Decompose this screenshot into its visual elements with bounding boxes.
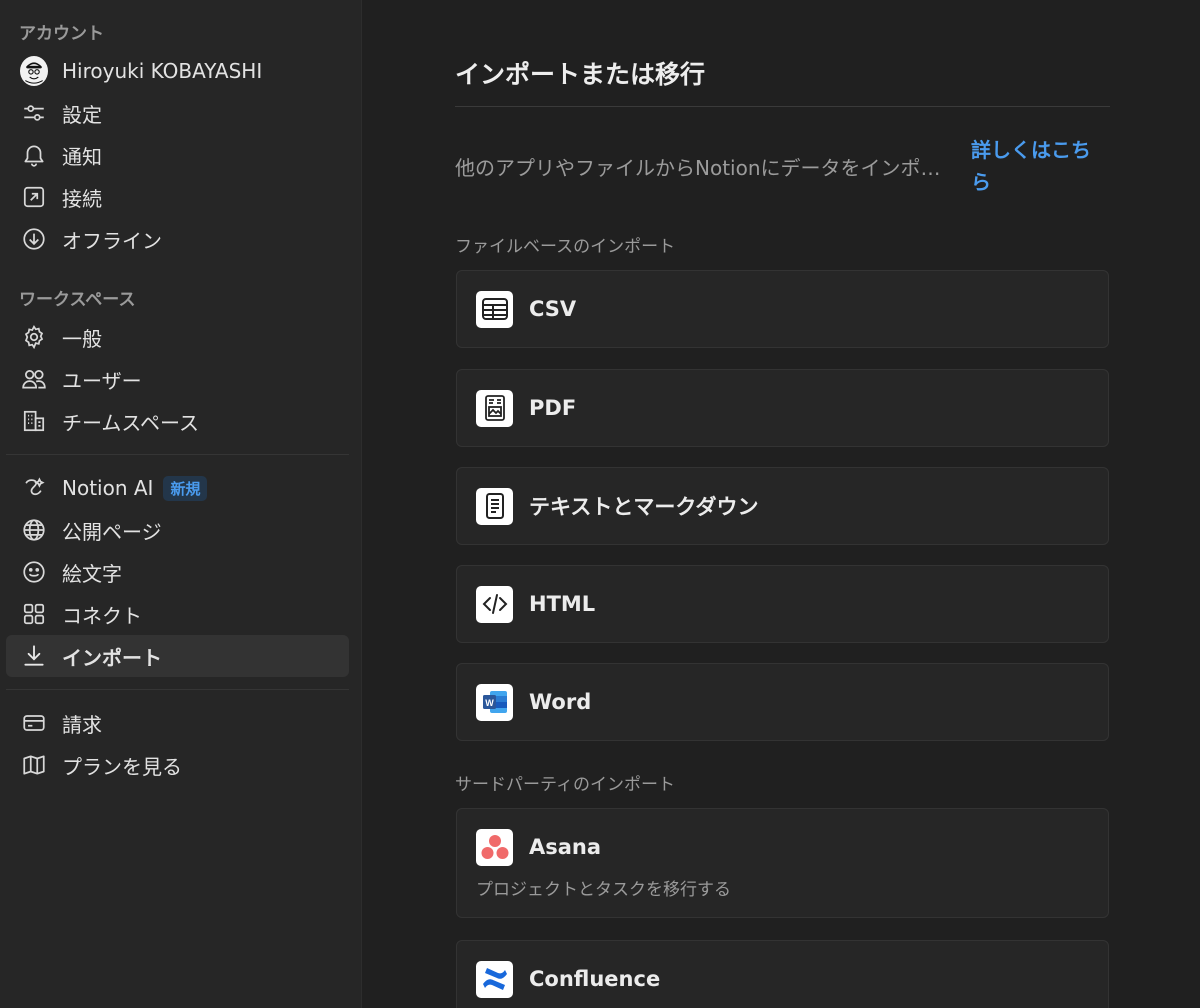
- sidebar-item-plans[interactable]: プランを見る: [6, 744, 349, 786]
- import-card-name: PDF: [529, 396, 577, 420]
- sidebar-item-settings[interactable]: 設定: [6, 92, 349, 134]
- new-badge: 新規: [163, 475, 208, 501]
- text-doc-icon: [476, 487, 513, 525]
- settings-sidebar: アカウント Hiroyuki KOBAYASHI 設定 通知 接続 オフライン …: [0, 0, 362, 1008]
- sidebar-item-offline[interactable]: オフライン: [6, 218, 349, 260]
- users-icon: [20, 365, 48, 393]
- sidebar-item-label: 接続: [62, 186, 102, 211]
- page-title: インポートまたは移行: [455, 60, 706, 89]
- import-card-name: Word: [529, 690, 592, 714]
- import-panel: インポートまたは移行 他のアプリやファイルからNotionにデータをインポート …: [362, 0, 1200, 1008]
- sidebar-item-notion-ai[interactable]: Notion AI 新規: [6, 467, 349, 509]
- code-icon: [476, 585, 513, 623]
- sliders-icon: [20, 99, 48, 127]
- credit-card-icon: [20, 709, 48, 737]
- import-card-csv[interactable]: CSV: [456, 270, 1109, 348]
- learn-more-link[interactable]: 詳しくはこちら: [971, 134, 1106, 198]
- description-row: 他のアプリやファイルからNotionにデータをインポート 詳しくはこちら: [455, 134, 1110, 198]
- sidebar-item-connect[interactable]: コネクト: [6, 593, 349, 635]
- page-description: 他のアプリやファイルからNotionにデータをインポート: [455, 156, 955, 180]
- grid-icon: [20, 600, 48, 628]
- sidebar-item-label: 通知: [62, 144, 102, 169]
- sidebar-item-label: コネクト: [62, 603, 142, 628]
- sidebar-item-connections[interactable]: 接続: [6, 176, 349, 218]
- svg-text:W: W: [485, 698, 494, 708]
- table-icon: [476, 290, 513, 328]
- smiley-icon: [20, 558, 48, 586]
- sidebar-item-label: 請求: [62, 712, 102, 737]
- file-import-group-label: ファイルベースのインポート: [455, 237, 676, 257]
- import-card-confluence[interactable]: Confluence: [456, 940, 1109, 1008]
- import-card-word[interactable]: W Word: [456, 663, 1109, 741]
- sidebar-divider: [6, 689, 349, 690]
- import-card-name: CSV: [529, 297, 577, 321]
- globe-icon: [20, 516, 48, 544]
- sidebar-item-label: チームスペース: [62, 410, 199, 435]
- title-divider: [455, 106, 1110, 107]
- confluence-icon: [476, 960, 513, 998]
- building-icon: [20, 407, 48, 435]
- bell-icon: [20, 141, 48, 169]
- gear-icon: [20, 323, 48, 351]
- sidebar-item-billing[interactable]: 請求: [6, 702, 349, 744]
- import-card-asana[interactable]: Asana プロジェクトとタスクを移行する: [456, 808, 1109, 918]
- sidebar-item-label: プランを見る: [62, 754, 182, 779]
- sidebar-item-label: インポート: [62, 645, 162, 670]
- sidebar-item-teamspaces[interactable]: チームスペース: [6, 400, 349, 442]
- avatar: [20, 56, 48, 86]
- sidebar-item-label: 一般: [62, 326, 102, 351]
- download-circle-icon: [20, 225, 48, 253]
- sidebar-item-label: 設定: [62, 102, 102, 127]
- section-label-account: アカウント: [19, 24, 104, 44]
- map-icon: [20, 751, 48, 779]
- import-card-subtitle: プロジェクトとタスクを移行する: [476, 880, 731, 900]
- import-card-name: Asana: [529, 835, 602, 859]
- sidebar-item-label: オフライン: [62, 228, 162, 253]
- import-icon: [20, 642, 48, 670]
- import-card-pdf[interactable]: PDF: [456, 369, 1109, 447]
- notion-ai-icon: [20, 474, 48, 502]
- sidebar-item-label: Notion AI: [62, 476, 154, 500]
- sidebar-item-label: ユーザー: [62, 368, 142, 393]
- import-card-text-markdown[interactable]: テキストとマークダウン: [456, 467, 1109, 545]
- section-label-workspace: ワークスペース: [19, 290, 136, 310]
- import-card-name: HTML: [529, 592, 596, 616]
- external-link-icon: [20, 183, 48, 211]
- sidebar-item-users[interactable]: ユーザー: [6, 358, 349, 400]
- import-card-html[interactable]: HTML: [456, 565, 1109, 643]
- asana-icon: [476, 828, 513, 866]
- sidebar-item-label: 絵文字: [62, 561, 122, 586]
- import-card-name: Confluence: [529, 967, 661, 991]
- import-card-name: テキストとマークダウン: [529, 495, 759, 519]
- word-icon: W: [476, 683, 513, 721]
- sidebar-item-general[interactable]: 一般: [6, 316, 349, 358]
- pdf-icon: [476, 389, 513, 427]
- sidebar-item-label: Hiroyuki KOBAYASHI: [62, 59, 263, 83]
- third-party-group-label: サードパーティのインポート: [455, 775, 675, 795]
- sidebar-item-emoji[interactable]: 絵文字: [6, 551, 349, 593]
- sidebar-item-label: 公開ページ: [62, 519, 162, 544]
- sidebar-item-notifications[interactable]: 通知: [6, 134, 349, 176]
- sidebar-item-public-pages[interactable]: 公開ページ: [6, 509, 349, 551]
- sidebar-divider: [6, 454, 349, 455]
- sidebar-item-import[interactable]: インポート: [6, 635, 349, 677]
- sidebar-item-profile[interactable]: Hiroyuki KOBAYASHI: [6, 50, 349, 92]
